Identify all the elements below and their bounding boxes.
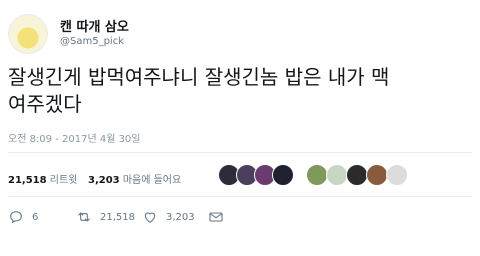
like-count: 3,203: [166, 211, 195, 223]
tweet-text-line: 잘생긴게 밥먹여주냐니 잘생긴놈 밥은 내가 맥: [8, 65, 390, 89]
author-handle[interactable]: @Sam5_pick: [60, 36, 124, 47]
heart-icon: [144, 212, 156, 223]
tweet-text: 잘생긴게 밥먹여주냐니 잘생긴놈 밥은 내가 맥 여주겠다: [8, 64, 468, 118]
retweets-count: 21,518: [8, 175, 47, 186]
tweet-actions: 6 21,518 3,203: [8, 204, 472, 230]
reply-count: 6: [32, 211, 39, 223]
reply-button[interactable]: 6: [8, 208, 38, 226]
liker-avatar-8[interactable]: [366, 164, 388, 186]
likes-label: 마음에 들어요: [122, 175, 182, 186]
retweets-label: 리트윗: [49, 175, 78, 186]
liker-avatar-5[interactable]: [306, 164, 328, 186]
liker-avatar-6[interactable]: [326, 164, 348, 186]
author-display-name[interactable]: 캔 따개 삼오: [60, 16, 129, 35]
envelope-icon: [209, 212, 223, 222]
liker-avatar-7[interactable]: [346, 164, 368, 186]
liker-avatar-9[interactable]: [386, 164, 408, 186]
liker-avatar-4[interactable]: [272, 164, 294, 186]
tweet-timestamp[interactable]: 오전 8:09 - 2017년 4월 30일: [8, 130, 141, 145]
tweet-stats: 21,518 리트윗 3,203 마음에 들어요: [8, 162, 472, 190]
retweet-icon: [78, 212, 90, 222]
like-button[interactable]: 3,203: [142, 208, 195, 226]
retweet-count: 21,518: [100, 211, 135, 223]
direct-message-button[interactable]: [208, 208, 224, 226]
likes-stat[interactable]: 3,203 마음에 들어요: [88, 171, 181, 186]
divider: [8, 152, 472, 153]
divider: [8, 196, 472, 197]
tweet-header: 캔 따개 삼오 @Sam5_pick: [8, 14, 468, 54]
retweet-button[interactable]: 21,518: [76, 208, 135, 226]
reply-icon: [10, 211, 22, 224]
tweet-text-line: 여주겠다: [8, 92, 82, 116]
retweets-stat[interactable]: 21,518 리트윗: [8, 171, 77, 186]
author-avatar[interactable]: [8, 14, 48, 54]
likes-count: 3,203: [88, 175, 120, 186]
